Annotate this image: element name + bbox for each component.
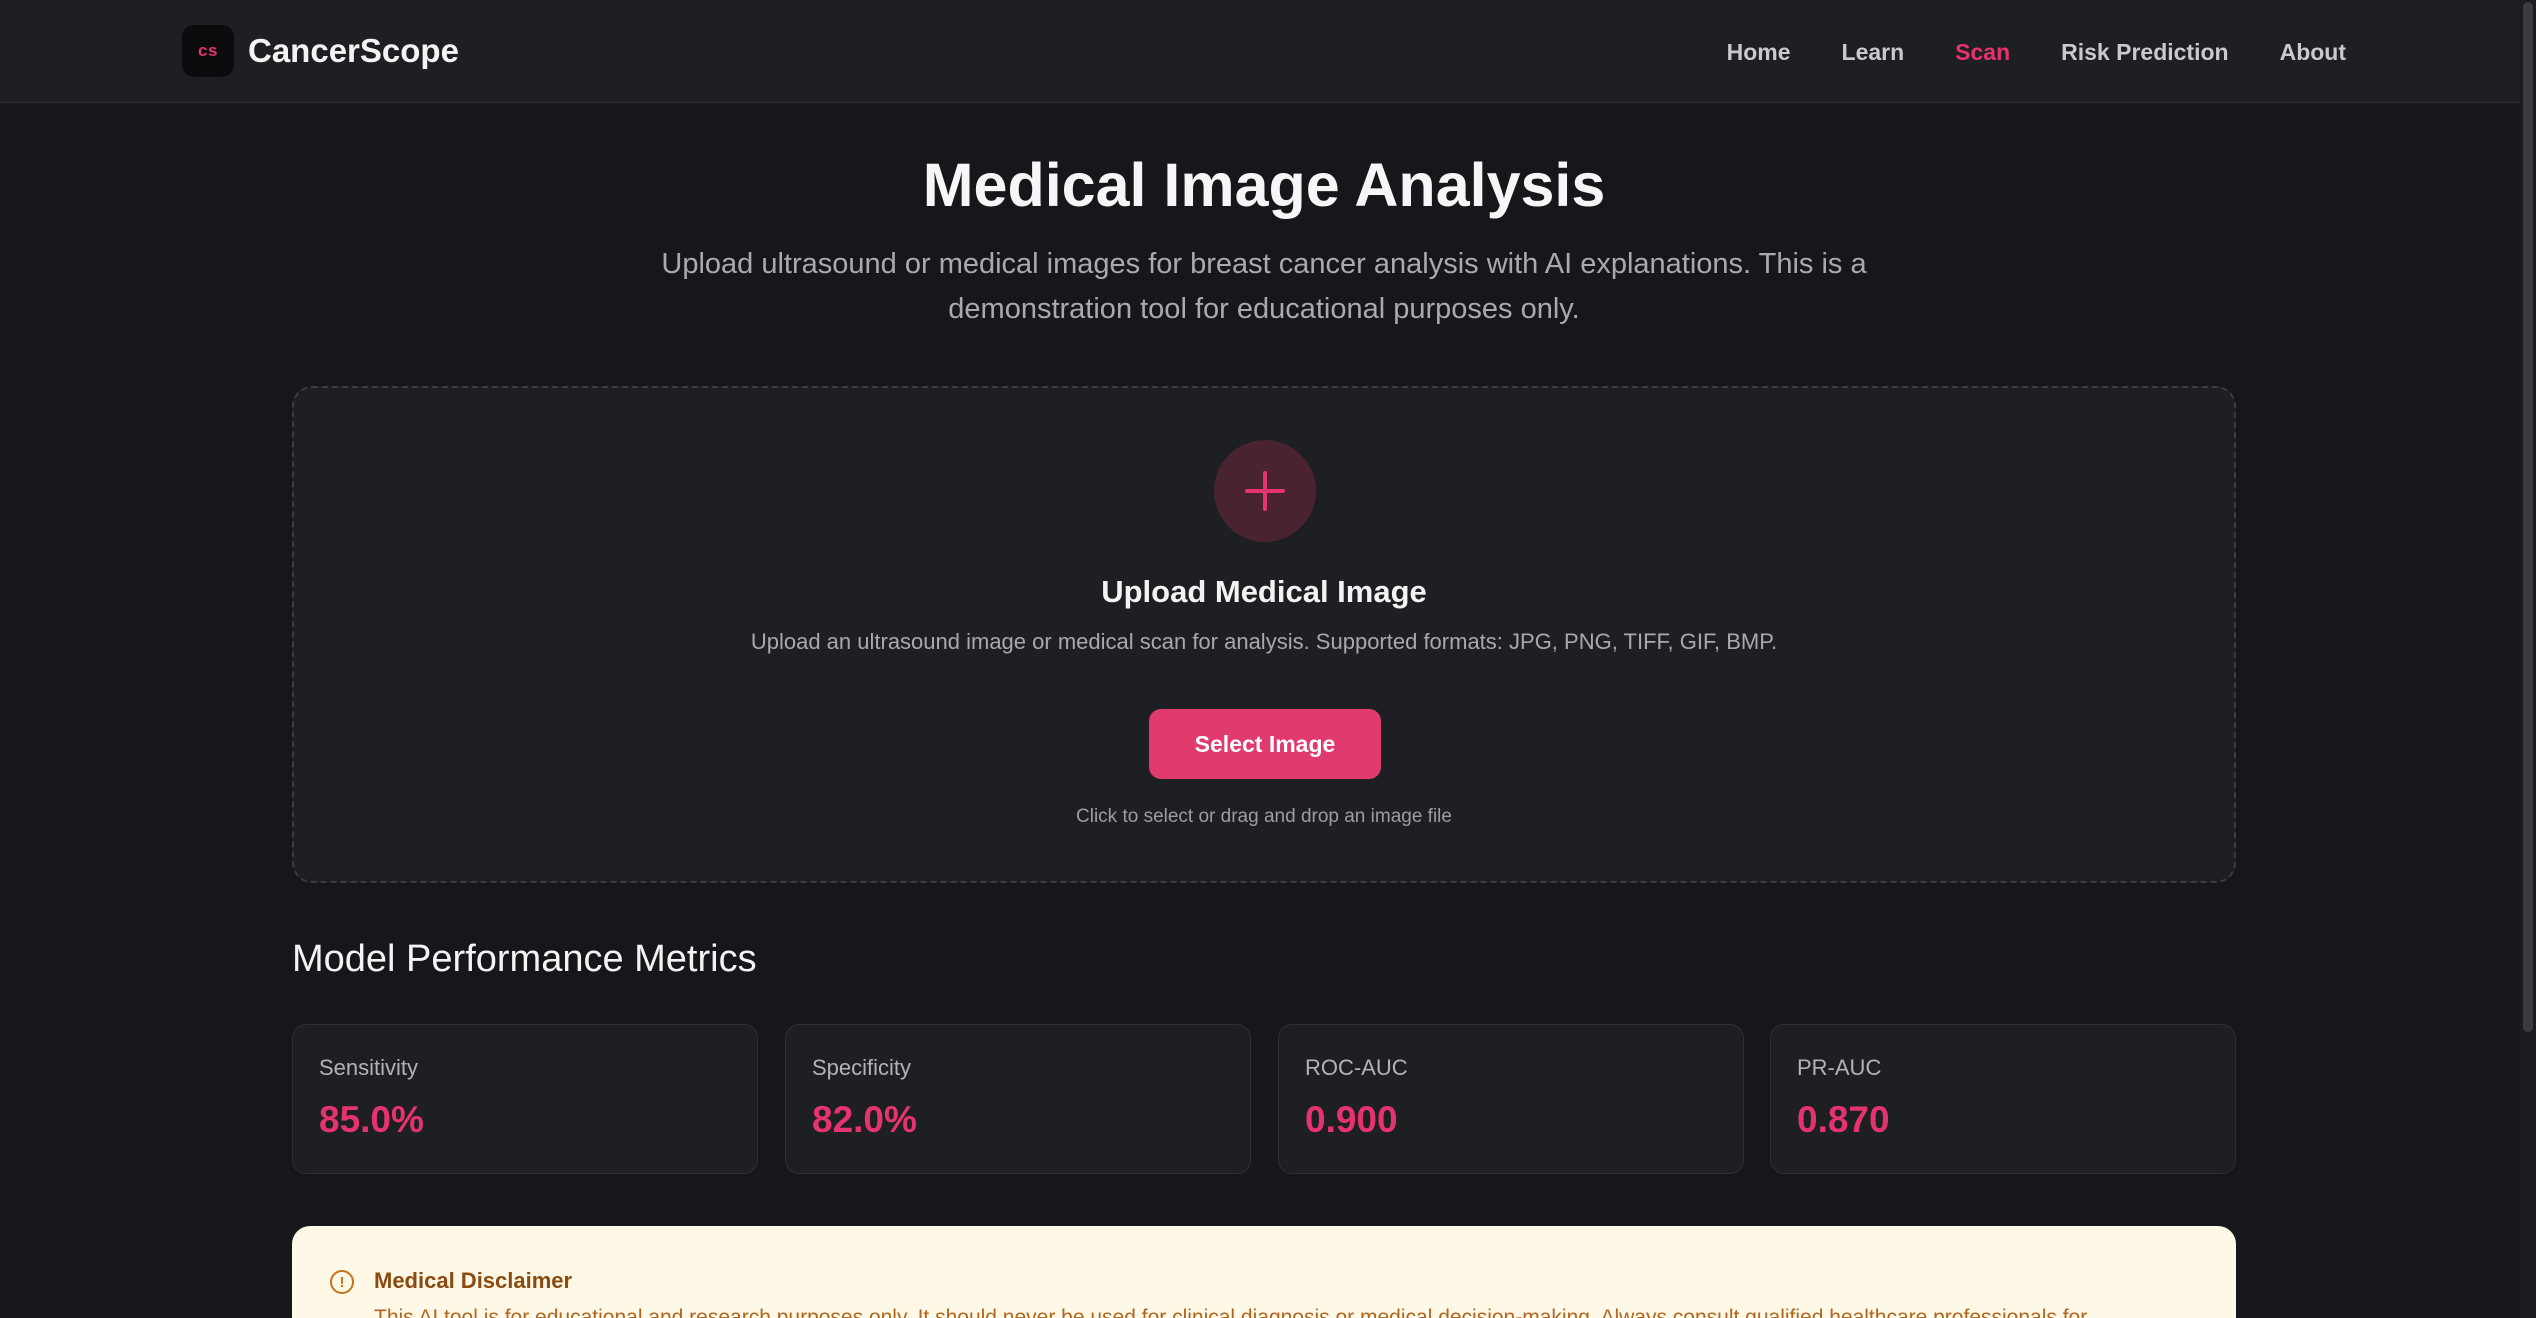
metric-card-specificity: Specificity 82.0%: [785, 1024, 1251, 1174]
page: cs CancerScope Home Learn Scan Risk Pred…: [0, 0, 2536, 1318]
page-title: Medical Image Analysis: [922, 151, 1606, 219]
alert-circle-icon: !: [330, 1270, 354, 1294]
metric-label: PR-AUC: [1797, 1055, 1882, 1080]
metric-label: Specificity: [812, 1055, 912, 1080]
plus-icon[interactable]: [1214, 440, 1316, 542]
medical-disclaimer: ! Medical Disclaimer This AI tool is for…: [292, 1226, 2236, 1318]
disclaimer-title: Medical Disclaimer: [374, 1268, 573, 1293]
brand[interactable]: cs CancerScope: [182, 25, 459, 77]
metric-value: 85.0%: [319, 1099, 424, 1140]
metric-label: ROC-AUC: [1305, 1055, 1408, 1080]
upload-dropzone[interactable]: Upload Medical Image Upload an ultrasoun…: [292, 386, 2236, 883]
metric-card-sensitivity: Sensitivity 85.0%: [292, 1024, 758, 1174]
disclaimer-text: This AI tool is for educational and rese…: [374, 1306, 2088, 1318]
metrics-title: Model Performance Metrics: [292, 938, 757, 980]
metric-value: 0.900: [1305, 1099, 1398, 1140]
page-subtitle: Upload ultrasound or medical images for …: [661, 248, 1867, 325]
metric-value: 0.870: [1797, 1099, 1890, 1140]
metric-card-pr-auc: PR-AUC 0.870: [1770, 1024, 2236, 1174]
metric-value: 82.0%: [812, 1099, 917, 1140]
nav-learn[interactable]: Learn: [1842, 39, 1905, 66]
nav-scan[interactable]: Scan: [1955, 39, 2010, 66]
nav-home[interactable]: Home: [1727, 39, 1791, 66]
top-navbar: cs CancerScope Home Learn Scan Risk Pred…: [0, 0, 2536, 103]
nav-about[interactable]: About: [2280, 39, 2346, 66]
brand-name: CancerScope: [248, 32, 459, 69]
plus-icon-vertical: [1263, 471, 1267, 511]
upload-hint: Click to select or drag and drop an imag…: [1076, 806, 1452, 827]
metric-card-roc-auc: ROC-AUC 0.900: [1278, 1024, 1744, 1174]
scrollbar-thumb[interactable]: [2523, 2, 2533, 1032]
page-scrollbar[interactable]: [2520, 0, 2536, 1318]
metric-label: Sensitivity: [319, 1055, 419, 1080]
upload-description: Upload an ultrasound image or medical sc…: [750, 629, 1778, 654]
main-nav: Home Learn Scan Risk Prediction About: [1676, 30, 2346, 74]
upload-title: Upload Medical Image: [1101, 574, 1427, 609]
nav-risk-prediction[interactable]: Risk Prediction: [2061, 39, 2228, 66]
select-image-button[interactable]: Select Image: [1149, 709, 1381, 779]
brand-logo: cs: [182, 25, 234, 77]
